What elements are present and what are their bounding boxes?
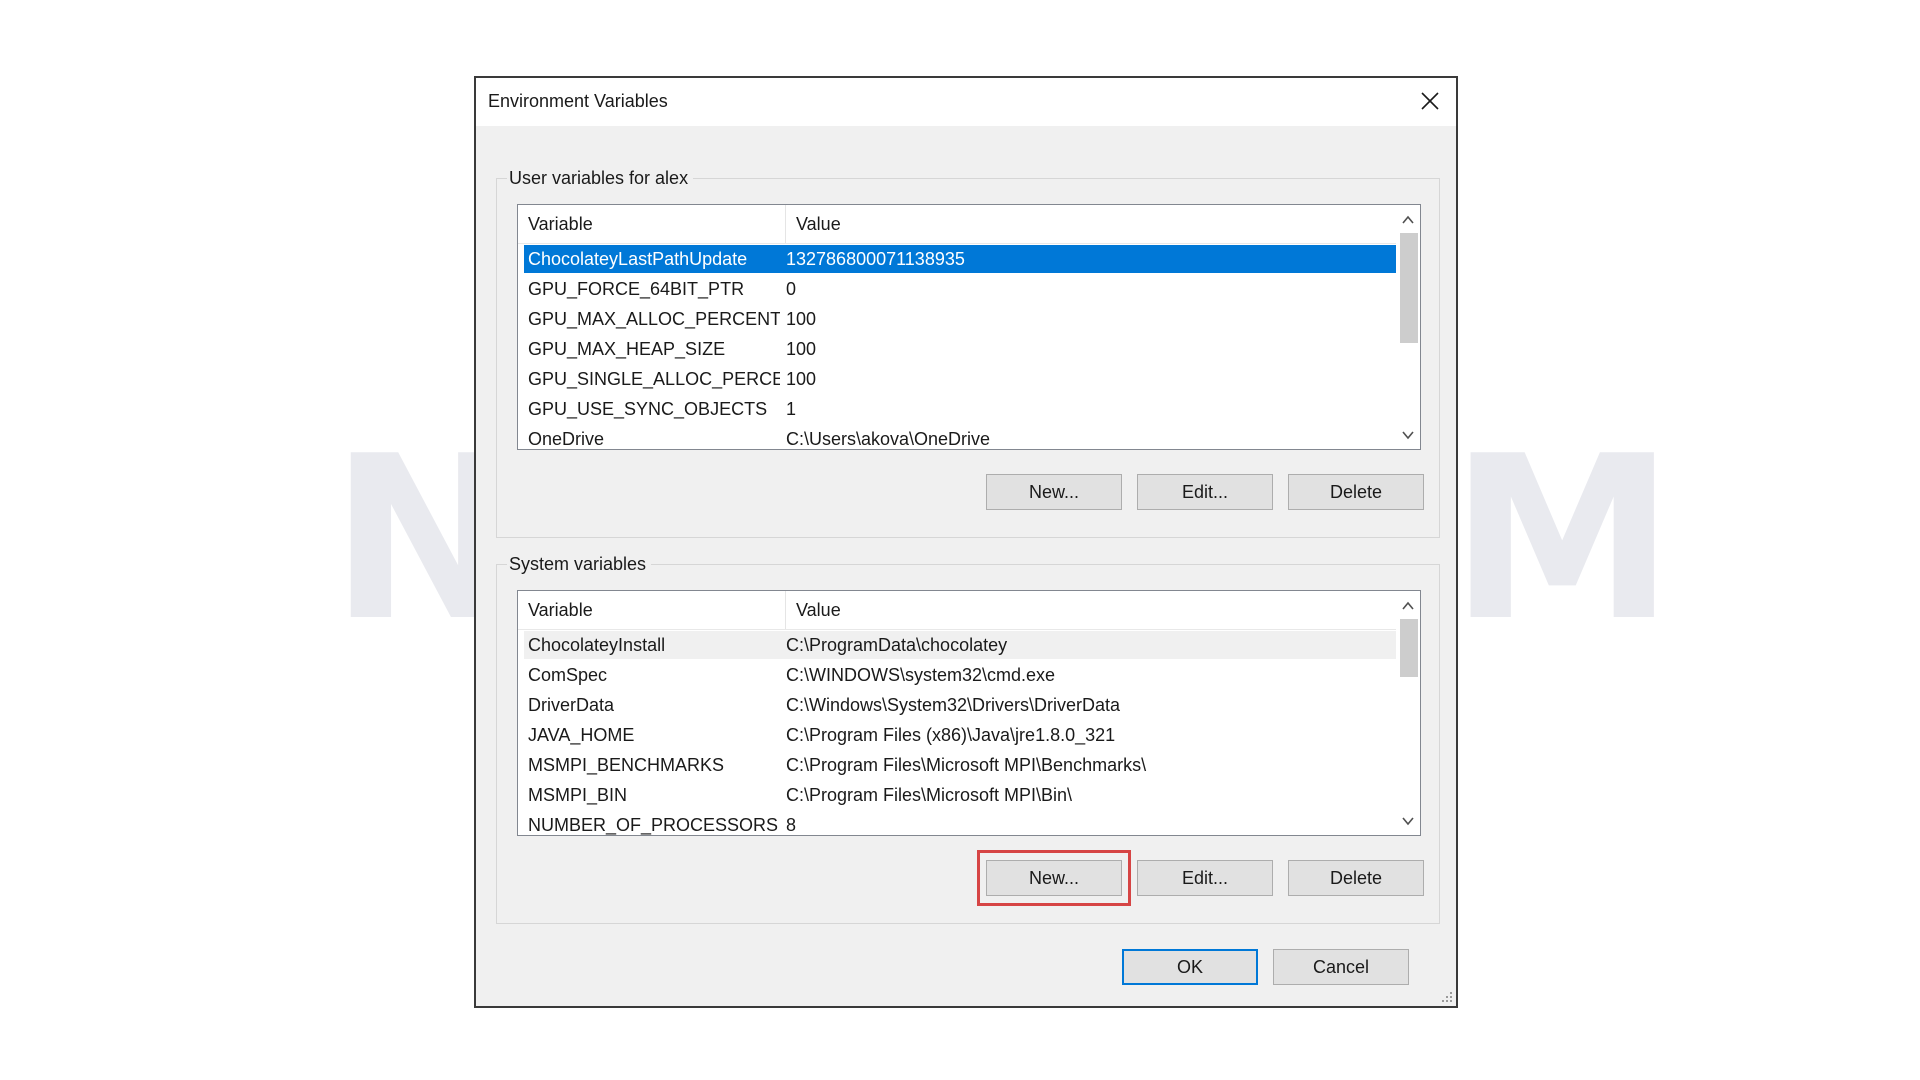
resize-grip[interactable] — [1440, 990, 1454, 1004]
variable-value-cell: 132786800071138935 — [786, 249, 965, 269]
list-row[interactable]: ChocolateyInstall C:\ProgramData\chocolat… — [524, 631, 1396, 659]
list-row[interactable]: GPU_USE_SYNC_OBJECTS 1 — [524, 395, 1396, 423]
highlight-box — [977, 850, 1131, 906]
list-row[interactable]: NUMBER_OF_PROCESSORS 8 — [524, 811, 1396, 835]
variable-name-cell: ComSpec — [528, 665, 608, 685]
variable-value-cell: 8 — [786, 815, 797, 835]
variable-value-cell: C:\Windows\System32\Drivers\DriverData — [786, 695, 1121, 715]
variable-name-cell: GPU_USE_SYNC_OBJECTS — [528, 399, 768, 419]
scrollbar-thumb[interactable] — [1400, 619, 1418, 677]
variable-value-cell: C:\Users\akova\OneDrive — [786, 429, 991, 449]
scroll-up-button[interactable] — [1396, 595, 1420, 617]
list-row[interactable]: GPU_SINGLE_ALLOC_PERCE... 100 — [524, 365, 1396, 393]
variable-name-cell: OneDrive — [528, 429, 605, 449]
list-row[interactable]: DriverData C:\Windows\System32\Drivers\Dr… — [524, 691, 1396, 719]
variable-value-cell: C:\WINDOWS\system32\cmd.exe — [786, 665, 1056, 685]
user-delete-button[interactable]: Delete — [1288, 474, 1424, 510]
variable-name-cell: MSMPI_BIN — [528, 785, 628, 805]
user-variables-group: User variables for alex Variable Value C… — [496, 167, 1440, 538]
close-icon — [1421, 92, 1439, 110]
variable-value-cell: C:\Program Files\Microsoft MPI\Bin\ — [786, 785, 1073, 805]
environment-variables-dialog: Environment Variables User variables for… — [474, 76, 1458, 1008]
system-variables-list[interactable]: Variable Value ChocolateyInstall C:\Progr… — [517, 590, 1421, 836]
scroll-down-button[interactable] — [1396, 425, 1420, 447]
variable-value-cell: 100 — [786, 309, 817, 329]
window-title: Environment Variables — [488, 91, 668, 111]
variable-name-cell: ChocolateyInstall — [528, 635, 666, 655]
variable-value-cell: C:\Program Files (x86)\Java\jre1.8.0_321 — [786, 725, 1116, 745]
variable-value-cell: 0 — [786, 279, 797, 299]
ok-button[interactable]: OK — [1122, 949, 1258, 985]
column-header-value[interactable]: Value — [786, 591, 1398, 629]
scroll-down-button[interactable] — [1396, 811, 1420, 833]
scrollbar-thumb[interactable] — [1400, 233, 1418, 343]
user-edit-button[interactable]: Edit... — [1137, 474, 1273, 510]
variable-name-cell: DriverData — [528, 695, 615, 715]
variable-value-cell: C:\Program Files\Microsoft MPI\Benchmark… — [786, 755, 1147, 775]
variable-name-cell: GPU_MAX_ALLOC_PERCENT — [528, 309, 780, 329]
user-variables-legend: User variables for alex — [507, 167, 694, 189]
vertical-scrollbar[interactable] — [1396, 205, 1420, 449]
variable-value-cell: 100 — [786, 339, 817, 359]
scroll-up-button[interactable] — [1396, 209, 1420, 231]
user-new-button[interactable]: New... — [986, 474, 1122, 510]
close-button[interactable] — [1404, 78, 1456, 124]
variable-name-cell: ChocolateyLastPathUpdate — [528, 249, 748, 269]
system-variables-group: System variables Variable Value Chocolat… — [496, 553, 1440, 924]
column-header-value[interactable]: Value — [786, 205, 1398, 243]
vertical-scrollbar[interactable] — [1396, 591, 1420, 835]
cancel-button[interactable]: Cancel — [1273, 949, 1409, 985]
variable-value-cell: 100 — [786, 369, 817, 389]
list-row[interactable]: ChocolateyLastPathUpdate 1327868000711389… — [524, 245, 1396, 273]
list-row[interactable]: MSMPI_BIN C:\Program Files\Microsoft MPI\… — [524, 781, 1396, 809]
title-bar: Environment Variables — [476, 78, 1456, 126]
variable-name-cell: JAVA_HOME — [528, 725, 635, 745]
variable-name-cell: NUMBER_OF_PROCESSORS — [528, 815, 779, 835]
column-header-variable[interactable]: Variable — [518, 205, 786, 243]
resize-grip-icon — [1442, 992, 1452, 1002]
list-header: Variable Value — [518, 591, 1398, 630]
variable-value-cell: 1 — [786, 399, 797, 419]
column-header-variable[interactable]: Variable — [518, 591, 786, 629]
list-row[interactable]: OneDrive C:\Users\akova\OneDrive — [524, 425, 1396, 449]
list-row[interactable]: JAVA_HOME C:\Program Files (x86)\Java\jre… — [524, 721, 1396, 749]
variable-name-cell: GPU_SINGLE_ALLOC_PERCE... — [528, 369, 780, 389]
chevron-down-icon — [1402, 431, 1414, 440]
user-variables-list[interactable]: Variable Value ChocolateyLastPathUpdate 1… — [517, 204, 1421, 450]
list-row[interactable]: GPU_MAX_ALLOC_PERCENT 100 — [524, 305, 1396, 333]
chevron-up-icon — [1402, 601, 1414, 610]
list-row[interactable]: GPU_FORCE_64BIT_PTR 0 — [524, 275, 1396, 303]
system-delete-button[interactable]: Delete — [1288, 860, 1424, 896]
variable-value-cell: C:\ProgramData\chocolatey — [786, 635, 1008, 655]
chevron-down-icon — [1402, 817, 1414, 826]
variable-name-cell: MSMPI_BENCHMARKS — [528, 755, 725, 775]
list-header: Variable Value — [518, 205, 1398, 244]
system-edit-button[interactable]: Edit... — [1137, 860, 1273, 896]
list-row[interactable]: GPU_MAX_HEAP_SIZE 100 — [524, 335, 1396, 363]
system-variables-legend: System variables — [507, 553, 652, 575]
chevron-up-icon — [1402, 215, 1414, 224]
variable-name-cell: GPU_MAX_HEAP_SIZE — [528, 339, 726, 359]
variable-name-cell: GPU_FORCE_64BIT_PTR — [528, 279, 745, 299]
list-row[interactable]: MSMPI_BENCHMARKS C:\Program Files\Microso… — [524, 751, 1396, 779]
list-row[interactable]: ComSpec C:\WINDOWS\system32\cmd.exe — [524, 661, 1396, 689]
